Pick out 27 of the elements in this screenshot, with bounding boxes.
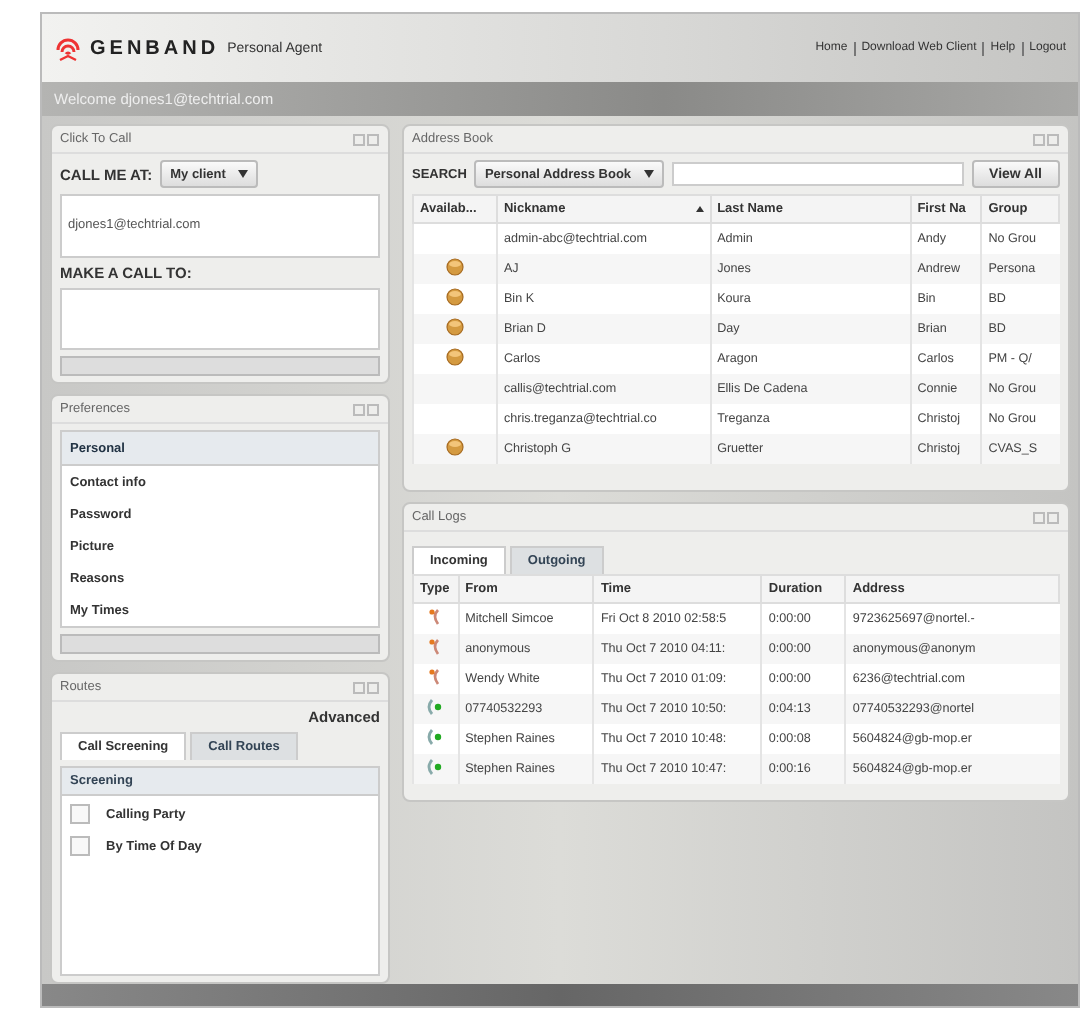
search-field[interactable] bbox=[671, 162, 964, 186]
panel-controls-icon[interactable] bbox=[352, 403, 380, 415]
horizontal-scrollbar[interactable] bbox=[60, 356, 380, 376]
person-icon bbox=[445, 318, 464, 336]
person-icon bbox=[445, 258, 464, 276]
brand-name: GENBAND bbox=[90, 37, 220, 59]
panel-controls-icon[interactable] bbox=[352, 681, 380, 693]
horizontal-scrollbar[interactable] bbox=[60, 634, 380, 654]
phone-icon bbox=[427, 608, 444, 626]
panel-controls-icon[interactable] bbox=[1032, 133, 1060, 145]
person-icon bbox=[445, 438, 464, 456]
caret-icon bbox=[237, 170, 248, 178]
person-icon bbox=[445, 288, 464, 306]
checkbox[interactable] bbox=[70, 804, 90, 824]
checkbox[interactable] bbox=[70, 836, 90, 856]
person-icon bbox=[445, 348, 464, 366]
call-to-field[interactable] bbox=[60, 287, 380, 350]
sort-ascending-icon bbox=[695, 206, 704, 212]
panel-controls-icon[interactable] bbox=[352, 133, 380, 145]
phone-icon bbox=[426, 698, 445, 716]
caret-icon bbox=[643, 170, 654, 178]
phone-icon bbox=[426, 728, 445, 746]
phone-icon bbox=[426, 758, 445, 776]
logo-icon bbox=[54, 34, 82, 62]
phone-icon bbox=[427, 668, 444, 686]
phone-icon bbox=[427, 638, 444, 656]
panel-controls-icon[interactable] bbox=[1032, 511, 1060, 523]
